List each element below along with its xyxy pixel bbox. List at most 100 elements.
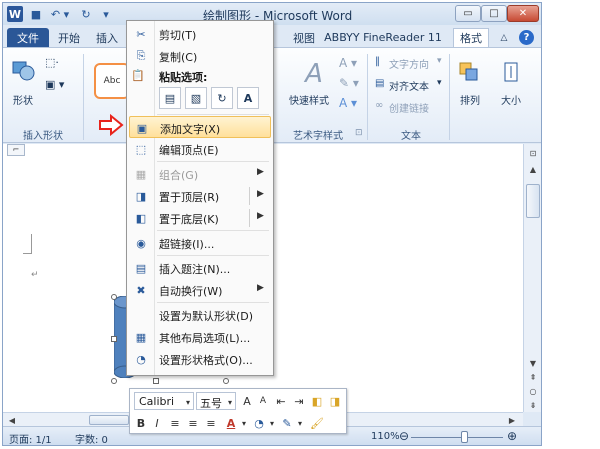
dialog-launcher-icon[interactable]: ⊡ bbox=[355, 128, 363, 138]
size-label[interactable]: 大小 bbox=[501, 92, 521, 107]
shrink-font-icon[interactable]: A bbox=[256, 392, 270, 410]
align-center-icon[interactable]: ≡ bbox=[186, 414, 200, 432]
align-text-icon[interactable]: ▤ bbox=[375, 78, 384, 89]
menu-item-wrap-text[interactable]: ✖ 自动换行(W) ▶ bbox=[129, 279, 271, 301]
word-logo-icon[interactable]: W bbox=[7, 6, 23, 22]
edit-shape-icon[interactable]: ⬚· bbox=[45, 56, 59, 69]
menu-item-set-default-shape[interactable]: 设置为默认形状(D) bbox=[129, 304, 271, 326]
maximize-button[interactable]: □ bbox=[481, 5, 507, 22]
text-box-icon[interactable]: ▣ ▾ bbox=[45, 78, 64, 91]
chevron-down-icon[interactable]: ▾ bbox=[268, 414, 276, 432]
menu-item-add-text[interactable]: ▣ 添加文字(X) bbox=[129, 116, 271, 138]
menu-item-more-layout-options[interactable]: ▦ 其他布局选项(L)... bbox=[129, 326, 271, 348]
align-text-label[interactable]: 对齐文本 bbox=[389, 78, 429, 93]
decrease-indent-icon[interactable]: ⇤ bbox=[274, 392, 288, 410]
tab-file[interactable]: 文件 bbox=[7, 28, 49, 47]
zoom-slider[interactable] bbox=[411, 437, 503, 438]
font-color-button[interactable]: A bbox=[224, 414, 238, 432]
page-count[interactable]: 页面: 1/1 bbox=[9, 431, 52, 445]
zoom-slider-thumb[interactable] bbox=[461, 431, 468, 443]
tab-format[interactable]: 格式 bbox=[453, 28, 489, 47]
text-effects-icon[interactable]: A ▾ bbox=[339, 96, 357, 110]
arrange-label[interactable]: 排列 bbox=[460, 92, 480, 107]
horizontal-scroll-thumb[interactable] bbox=[89, 415, 129, 425]
ruler-toggle-icon[interactable]: ⌐ bbox=[7, 144, 25, 156]
chevron-down-icon[interactable]: ▾ bbox=[240, 414, 248, 432]
tab-abbyy[interactable]: ABBYY FineReader 11 bbox=[321, 28, 445, 47]
resize-handle[interactable] bbox=[153, 378, 159, 384]
scroll-up-icon[interactable]: ▲ bbox=[526, 162, 540, 176]
shapes-label[interactable]: 形状 bbox=[13, 92, 33, 107]
resize-handle[interactable] bbox=[111, 294, 117, 300]
create-link-label[interactable]: 创建链接 bbox=[389, 100, 429, 115]
paste-text-only-icon[interactable]: A bbox=[237, 87, 259, 109]
next-page-icon[interactable]: ⇟ bbox=[526, 398, 540, 412]
redo-icon[interactable]: ↻ bbox=[77, 6, 95, 22]
split-divider bbox=[249, 209, 250, 227]
customize-quick-access-icon[interactable]: ▾ bbox=[101, 6, 111, 22]
menu-item-send-to-back[interactable]: ◧ 置于底层(K) ▶ bbox=[129, 207, 271, 229]
tab-insert[interactable]: 插入 bbox=[91, 28, 123, 47]
format-brush-icon[interactable]: 🖌 bbox=[310, 414, 324, 432]
tab-view[interactable]: 视图 bbox=[289, 28, 319, 47]
quick-styles-icon[interactable]: A bbox=[299, 59, 329, 89]
text-direction-icon[interactable]: ‖ bbox=[375, 56, 380, 67]
ruler-icon[interactable]: ⊡ bbox=[526, 146, 540, 160]
text-outline-icon[interactable]: ✎ ▾ bbox=[339, 76, 359, 90]
shape-style-sample[interactable]: Abc bbox=[94, 63, 130, 99]
paste-keep-source-icon[interactable]: ▤ bbox=[159, 87, 181, 109]
vertical-scrollbar[interactable]: ⊡ ▲ ▼ ⇞ ○ ⇟ bbox=[523, 144, 541, 412]
text-direction-label[interactable]: 文字方向 bbox=[389, 56, 429, 71]
align-right-icon[interactable]: ≡ bbox=[204, 414, 218, 432]
link-icon[interactable]: ∞ bbox=[375, 100, 383, 111]
increase-indent-icon[interactable]: ⇥ bbox=[292, 392, 306, 410]
bold-button[interactable]: B bbox=[134, 414, 148, 432]
paste-merge-format-icon[interactable]: ▧ bbox=[185, 87, 207, 109]
chevron-down-icon[interactable]: ▾ bbox=[228, 393, 232, 411]
minimize-ribbon-icon[interactable]: △ bbox=[497, 28, 511, 47]
menu-item-bring-to-front[interactable]: ◨ 置于顶层(R) ▶ bbox=[129, 185, 271, 207]
shape-fill-icon[interactable]: ◔ bbox=[252, 414, 266, 432]
menu-item-insert-caption[interactable]: ▤ 插入题注(N)... bbox=[129, 257, 271, 279]
menu-item-format-shape[interactable]: ◔ 设置形状格式(O)... bbox=[129, 348, 271, 370]
menu-item-group[interactable]: ▦ 组合(G) ▶ bbox=[129, 163, 271, 185]
align-left-icon[interactable]: ≡ bbox=[168, 414, 182, 432]
browse-object-icon[interactable]: ○ bbox=[526, 384, 540, 398]
menu-item-hyperlink[interactable]: ◉ 超链接(I)... bbox=[129, 232, 271, 254]
format-painter-icon[interactable]: ◧ bbox=[310, 392, 324, 410]
previous-page-icon[interactable]: ⇞ bbox=[526, 370, 540, 384]
text-fill-icon[interactable]: A ▾ bbox=[339, 56, 357, 70]
tab-home[interactable]: 开始 bbox=[53, 28, 85, 47]
resize-handle[interactable] bbox=[111, 336, 117, 342]
word-count[interactable]: 字数: 0 bbox=[75, 431, 108, 445]
italic-button[interactable]: I bbox=[150, 414, 164, 432]
scroll-right-icon[interactable]: ▶ bbox=[505, 413, 519, 427]
menu-item-cut[interactable]: ✂ 剪切(T) bbox=[129, 23, 271, 45]
help-icon[interactable]: ? bbox=[519, 30, 534, 45]
grow-font-icon[interactable]: A bbox=[240, 392, 254, 410]
chevron-down-icon[interactable]: ▾ bbox=[186, 393, 190, 411]
undo-icon[interactable]: ↶ ▾ bbox=[49, 6, 71, 22]
zoom-level[interactable]: 110% bbox=[371, 431, 400, 442]
size-icon[interactable] bbox=[499, 60, 523, 84]
resize-handle[interactable] bbox=[223, 378, 229, 384]
minimize-button[interactable]: ▭ bbox=[455, 5, 481, 22]
scroll-left-icon[interactable]: ◀ bbox=[5, 413, 19, 427]
save-icon[interactable]: ■ bbox=[29, 6, 43, 22]
menu-item-edit-points[interactable]: ⬚ 编辑顶点(E) bbox=[129, 138, 271, 160]
font-name-select[interactable]: Calibri bbox=[134, 392, 194, 410]
paste-picture-icon[interactable]: ↻ bbox=[211, 87, 233, 109]
vertical-scroll-thumb[interactable] bbox=[526, 184, 540, 218]
shapes-icon[interactable] bbox=[11, 58, 37, 84]
close-button[interactable]: ✕ bbox=[507, 5, 539, 22]
chevron-down-icon[interactable]: ▾ bbox=[296, 414, 304, 432]
zoom-in-icon[interactable]: ⊕ bbox=[507, 429, 517, 443]
quick-styles-label[interactable]: 快速样式 bbox=[289, 92, 329, 107]
styles-icon[interactable]: ◨ bbox=[328, 392, 342, 410]
arrange-icon[interactable] bbox=[457, 60, 481, 84]
zoom-out-icon[interactable]: ⊖ bbox=[399, 429, 409, 443]
menu-item-copy[interactable]: ⎘ 复制(C) bbox=[129, 45, 271, 67]
shape-outline-icon[interactable]: ✎ bbox=[280, 414, 294, 432]
resize-handle[interactable] bbox=[111, 378, 117, 384]
scroll-down-icon[interactable]: ▼ bbox=[526, 356, 540, 370]
